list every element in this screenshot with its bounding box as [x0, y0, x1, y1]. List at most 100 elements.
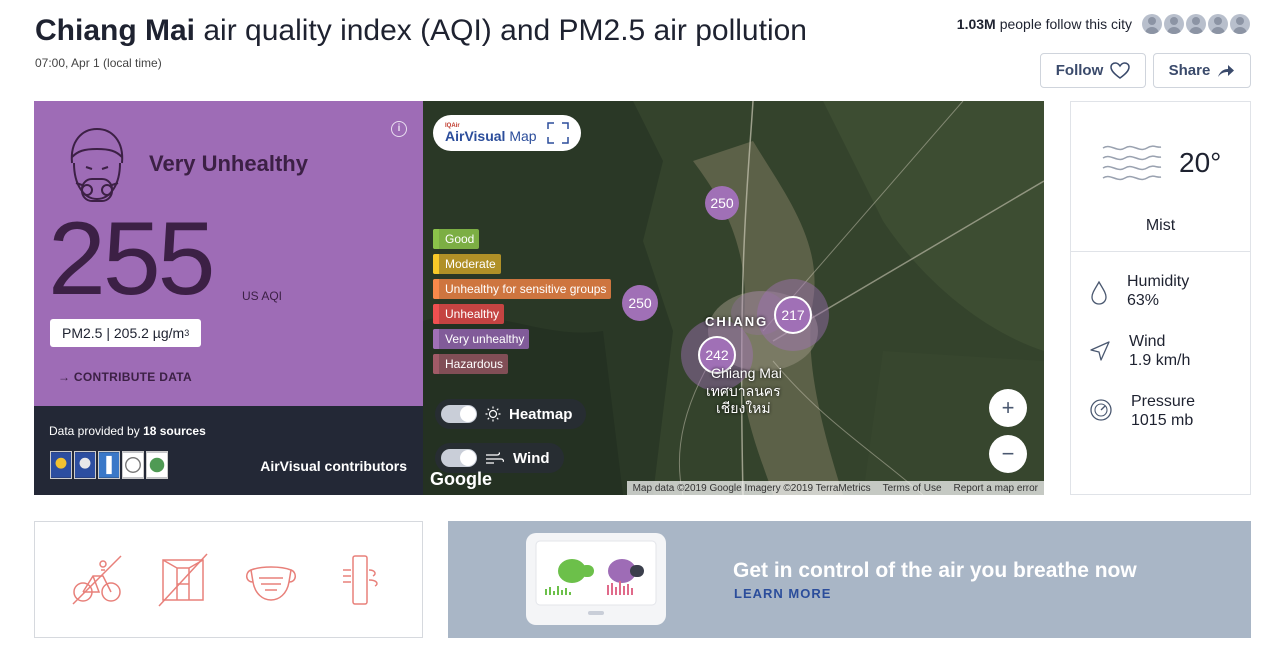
weather-condition: Mist [1145, 217, 1176, 234]
legend-moderate: Moderate [433, 254, 501, 274]
temperature: 20° [1179, 147, 1222, 178]
wind-label-weather: Wind [1129, 333, 1166, 350]
city-label-en: CHIANG [705, 314, 769, 329]
aqi-panel: i Very Unhealthy 255 US AQI PM2.5 | 205.… [34, 101, 423, 406]
avatar [1208, 14, 1228, 34]
page-title: Chiang Mai air quality index (AQI) and P… [35, 14, 807, 48]
source-logo[interactable] [98, 451, 120, 479]
legend-good: Good [433, 229, 480, 249]
legend-hazardous: Hazardous [433, 354, 509, 374]
follow-button[interactable]: Follow [1040, 53, 1146, 88]
followers-count: 1.03M [956, 16, 996, 32]
wind-label: Wind [513, 449, 550, 467]
info-icon[interactable]: i [391, 121, 407, 137]
health-recommendations [34, 521, 423, 638]
source-logos [50, 451, 168, 479]
aqi-marker[interactable]: 217 [774, 296, 812, 334]
humidity-label: Humidity [1127, 273, 1190, 290]
city-label-th-2: เชียงใหม่ [716, 400, 771, 416]
heatmap-toggle[interactable]: Heatmap [435, 399, 587, 429]
humidity-text: Humidity 63% [1127, 272, 1189, 310]
zoom-out-button[interactable]: − [989, 435, 1027, 473]
pressure-value: 1015 mb [1131, 412, 1194, 429]
promo-banner[interactable]: Get in control of the air you breathe no… [448, 521, 1251, 638]
fullscreen-icon[interactable] [546, 122, 569, 144]
local-time: 07:00, Apr 1 (local time) [35, 56, 162, 70]
aqi-value: 255 [48, 201, 216, 317]
followers-info: 1.03M people follow this city [957, 14, 1250, 34]
aqi-marker[interactable]: 250 [622, 285, 658, 321]
brand-name-text: AirVisual [445, 128, 506, 144]
sun-icon [485, 406, 501, 422]
report-error-link[interactable]: Report a map error [954, 483, 1038, 494]
city-label-en-2: Chiang Mai [711, 365, 782, 381]
followers-text: people follow this city [999, 16, 1132, 32]
pressure-gauge-icon [1090, 399, 1112, 421]
share-button[interactable]: Share [1153, 53, 1251, 88]
airvisual-logo: IQAir AirVisual Map [445, 123, 537, 143]
aqi-status: Very Unhealthy [149, 151, 308, 176]
aqi-marker[interactable]: 250 [705, 186, 739, 220]
promo-title: Get in control of the air you breathe no… [733, 559, 1137, 582]
source-logo[interactable] [50, 451, 72, 479]
sources-count[interactable]: 18 sources [143, 424, 206, 438]
avatar [1164, 14, 1184, 34]
share-label: Share [1168, 62, 1211, 79]
source-logo[interactable] [146, 451, 168, 479]
pollutant-text: PM2.5 | 205.2 µg/m [62, 325, 185, 341]
droplet-icon [1091, 280, 1107, 305]
weather-summary: 20° Mist [1071, 102, 1250, 252]
heart-icon [1110, 61, 1131, 79]
legend-unhealthy: Unhealthy [433, 304, 505, 324]
wind-direction-icon [1090, 341, 1110, 361]
brand-name: AirVisual Map [445, 129, 537, 143]
pressure-label: Pressure [1131, 393, 1196, 410]
source-logo[interactable] [122, 451, 144, 479]
wind-row: Wind 1.9 km/h [1089, 332, 1190, 370]
follower-avatars [1140, 14, 1250, 34]
pollutant-exponent: 3 [184, 328, 190, 338]
learn-more-link[interactable]: LEARN MORE [734, 586, 831, 601]
heatmap-switch[interactable] [441, 405, 477, 423]
avatar [1186, 14, 1206, 34]
air-purifier-icon[interactable] [333, 552, 389, 608]
face-mask-icon [70, 127, 124, 202]
source-logo[interactable] [74, 451, 96, 479]
title-rest: air quality index (AQI) and PM2.5 air po… [195, 14, 807, 47]
follow-label: Follow [1055, 62, 1104, 79]
sources-prefix: Data provided by [49, 424, 144, 438]
wear-mask-icon[interactable] [243, 552, 299, 608]
aqi-legend: Good Moderate Unhealthy for sensitive gr… [433, 229, 612, 374]
avatar [1230, 14, 1250, 34]
city-name: Chiang Mai [35, 14, 196, 47]
legend-unhealthy-sensitive: Unhealthy for sensitive groups [433, 279, 612, 299]
wind-switch[interactable] [441, 449, 477, 467]
weather-panel: 20° Mist Humidity 63% Wind 1.9 km/h Pressu… [1070, 101, 1251, 495]
wind-icon [486, 452, 504, 464]
contribute-data-link[interactable]: → CONTRIBUTE DATA [58, 370, 192, 384]
attribution-text: Map data ©2019 Google Imagery ©2019 Terr… [632, 482, 871, 494]
contributors-link[interactable]: AirVisual contributors [260, 458, 407, 474]
humidity-value: 63% [1127, 292, 1160, 309]
heatmap-label: Heatmap [509, 405, 573, 423]
avatar [1142, 14, 1162, 34]
pollution-map[interactable]: IQAir AirVisual Map 250 250 217 242 CHIA… [423, 101, 1044, 495]
humidity-row: Humidity 63% [1089, 272, 1189, 310]
wind-text: Wind 1.9 km/h [1129, 332, 1190, 370]
share-arrow-icon [1218, 64, 1235, 77]
legend-very-unhealthy: Very unhealthy [433, 329, 530, 349]
wind-value: 1.9 km/h [1129, 352, 1191, 369]
google-logo: Google [430, 469, 492, 489]
air-monitor-device-image [526, 533, 666, 625]
airvisual-map-badge[interactable]: IQAir AirVisual Map [433, 115, 581, 151]
brand-suffix: Map [509, 128, 537, 144]
terms-link[interactable]: Terms of Use [883, 483, 942, 494]
pressure-row: Pressure 1015 mb [1089, 392, 1195, 430]
zoom-in-button[interactable]: + [989, 389, 1027, 427]
no-cycling-icon[interactable] [69, 552, 125, 608]
map-attribution: Map data ©2019 Google Imagery ©2019 Terr… [626, 481, 1044, 495]
aqi-unit: US AQI [242, 289, 283, 303]
close-windows-icon[interactable] [157, 552, 209, 608]
pressure-text: Pressure 1015 mb [1131, 392, 1195, 430]
sources-text: Data provided by 18 sources [49, 424, 206, 438]
